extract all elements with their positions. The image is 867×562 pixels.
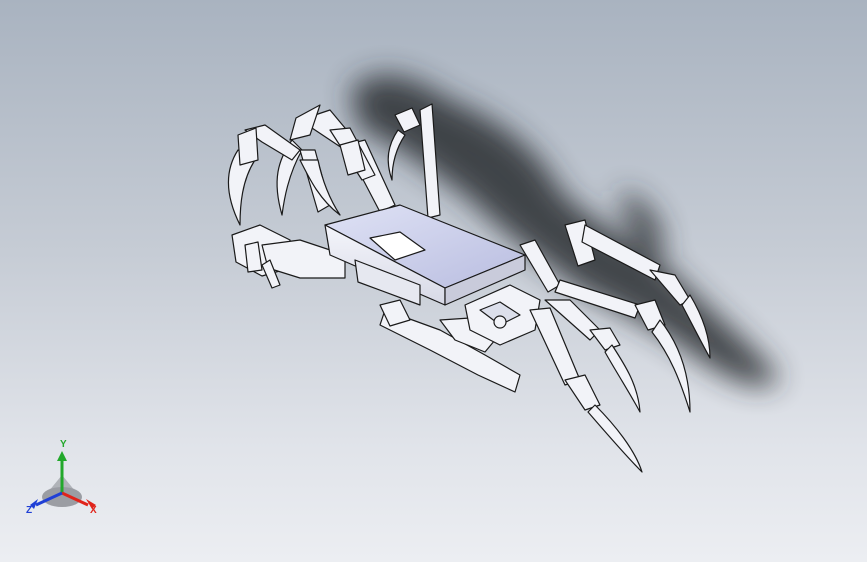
y-axis-label: Y xyxy=(60,439,67,450)
model-canvas[interactable] xyxy=(0,0,867,562)
graphics-viewport[interactable]: Y X Z xyxy=(0,0,867,562)
x-axis-label: X xyxy=(90,505,97,516)
z-axis-label: Z xyxy=(26,505,33,516)
y-axis-arrow xyxy=(57,451,67,461)
coordinate-triad[interactable]: Y X Z xyxy=(22,439,108,525)
